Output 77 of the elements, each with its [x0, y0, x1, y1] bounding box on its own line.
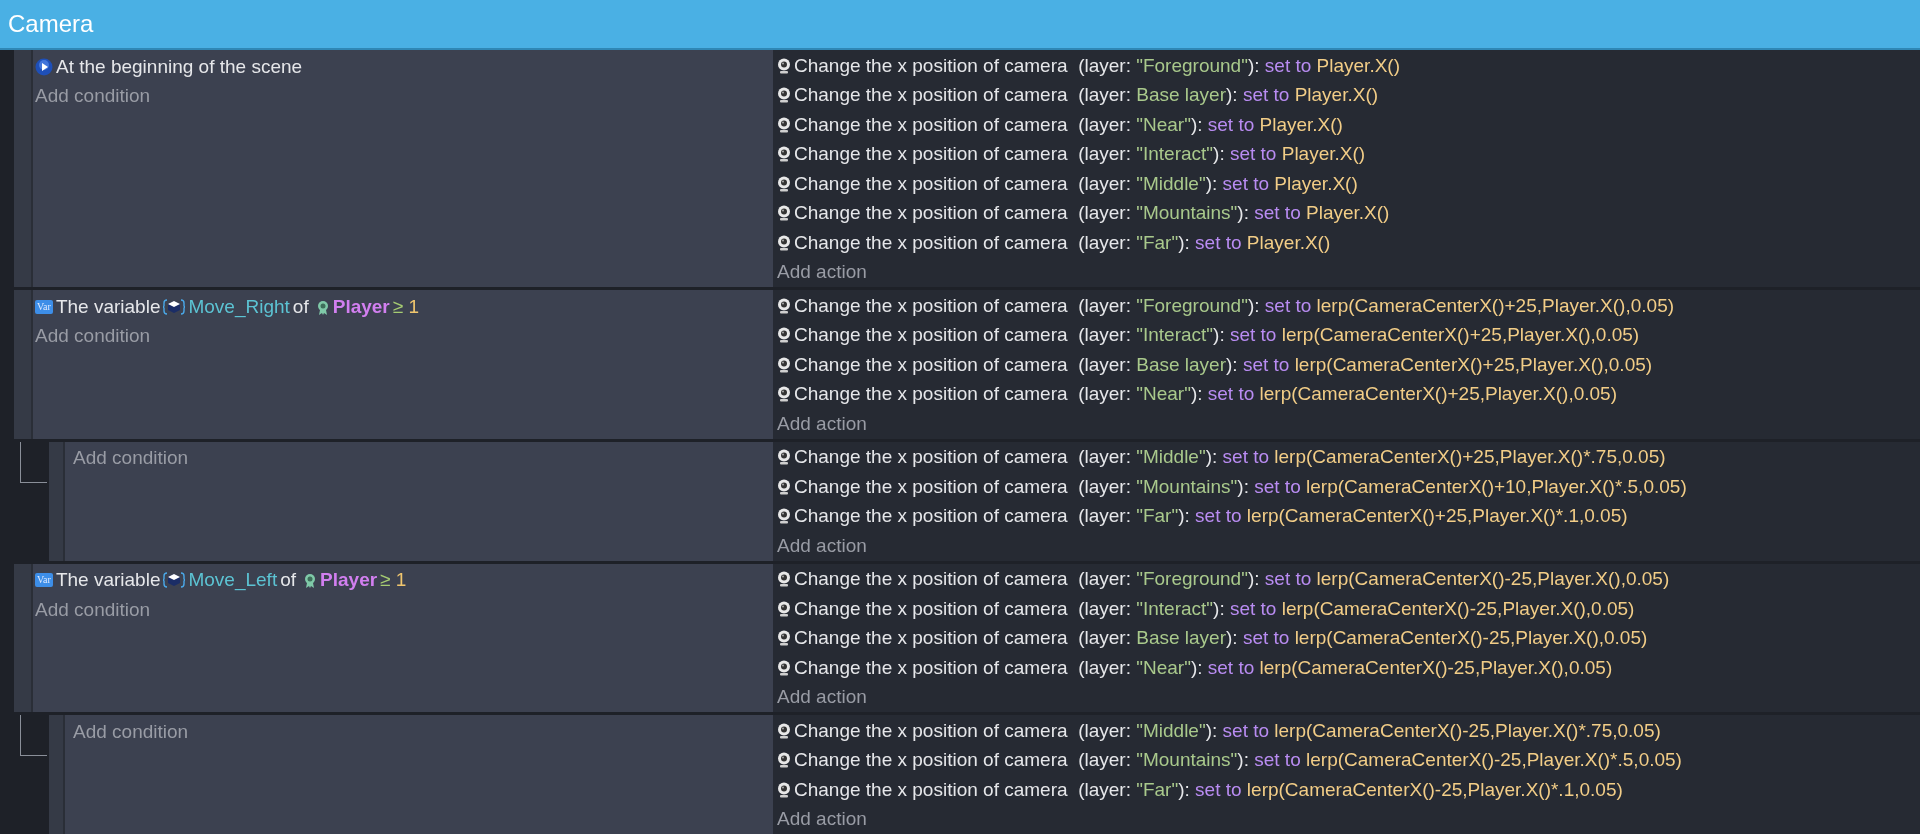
condition-text[interactable]: At the beginning of the scene	[56, 55, 303, 78]
webcam-icon	[777, 659, 791, 676]
webcam-icon	[777, 146, 791, 163]
webcam-icon	[777, 600, 791, 617]
drag-handle[interactable]	[14, 50, 33, 287]
webcam-icon	[777, 508, 791, 525]
action-text[interactable]: Change the x position of camera (layer: "Middle"): set to lerp(CameraCenterX()-25,Player.X()*.75,0.05)	[794, 719, 1661, 742]
group-title: Camera	[0, 0, 1920, 50]
action-text[interactable]: Change the x position of camera (layer: "Far"): set to lerp(CameraCenterX()-25,Player.X()*.1,0.05)	[794, 778, 1623, 801]
action-text[interactable]: Change the x position of camera (layer: "Mountains"): set to Player.X()	[794, 202, 1390, 225]
drag-handle[interactable]	[14, 290, 33, 439]
webcam-icon	[777, 205, 791, 222]
action-text[interactable]: Change the x position of camera (layer: Base layer): set to Player.X()	[794, 84, 1379, 107]
drag-handle[interactable]	[14, 563, 33, 712]
drag-handle[interactable]	[49, 441, 65, 561]
add-action-link[interactable]: Add action	[777, 261, 867, 284]
webcam-icon	[777, 630, 791, 647]
play-circle-icon	[35, 57, 53, 76]
action-text[interactable]: Change the x position of camera (layer: "Interact"): set to lerp(CameraCenterX()-25,Player.X(),0.05)	[794, 597, 1635, 620]
tree-connector	[20, 441, 47, 483]
action-text[interactable]: Change the x position of camera (layer: "Middle"): set to lerp(CameraCenterX()+25,Player.X()*.75,0.05)	[794, 446, 1666, 469]
variable-badge-icon: Var	[35, 573, 53, 588]
action-text[interactable]: Change the x position of camera (layer: "Foreground"): set to lerp(CameraCenterX()-25,Player.X(),0.05)	[794, 568, 1670, 591]
webcam-icon	[777, 297, 791, 314]
action-text[interactable]: Change the x position of camera (layer: "Mountains"): set to lerp(CameraCenterX()+10,Player.X()*.5,0.05)	[794, 475, 1687, 498]
webcam-icon	[777, 386, 791, 403]
add-condition-link[interactable]: Add condition	[35, 85, 151, 108]
action-text[interactable]: Change the x position of camera (layer: Base layer): set to lerp(CameraCenterX()-25,Player.X(),0.05)	[794, 627, 1648, 650]
character-icon	[303, 571, 318, 590]
add-action-link[interactable]: Add action	[777, 686, 867, 709]
condition-text[interactable]: of	[280, 569, 297, 592]
webcam-icon	[777, 478, 791, 495]
object-name[interactable]: Player	[320, 569, 378, 592]
webcam-icon	[777, 571, 791, 588]
variable-badge-icon: Var	[35, 299, 53, 314]
add-action-link[interactable]: Add action	[777, 808, 867, 831]
webcam-icon	[777, 356, 791, 373]
webcam-icon	[777, 781, 791, 798]
webcam-icon	[777, 57, 791, 74]
variable-name[interactable]: Move_Right	[188, 295, 290, 318]
add-action-link[interactable]: Add action	[777, 534, 867, 557]
action-text[interactable]: Change the x position of camera (layer: "Interact"): set to Player.X()	[794, 143, 1366, 166]
webcam-icon	[777, 449, 791, 466]
webcam-icon	[777, 234, 791, 251]
action-text[interactable]: Change the x position of camera (layer: "Near"): set to Player.X()	[794, 113, 1343, 136]
add-condition-link[interactable]: Add condition	[73, 720, 189, 743]
webcam-icon	[777, 722, 791, 739]
action-text[interactable]: Change the x position of camera (layer: "Far"): set to lerp(CameraCenterX()+25,Player.X()*.1,0.05)	[794, 505, 1628, 528]
cube-braces-icon	[163, 297, 186, 316]
tree-connector	[20, 715, 47, 756]
variable-name[interactable]: Move_Left	[188, 569, 278, 592]
comparison-text[interactable]: ≥ 1	[380, 569, 407, 592]
webcam-icon	[777, 87, 791, 104]
condition-text[interactable]: The variable	[55, 569, 161, 592]
add-condition-link[interactable]: Add condition	[35, 598, 151, 621]
add-action-link[interactable]: Add action	[777, 412, 867, 435]
action-text[interactable]: Change the x position of camera (layer: "Near"): set to lerp(CameraCenterX()+25,Player.X(),0.05)	[794, 383, 1617, 406]
condition-text[interactable]: of	[292, 295, 309, 318]
action-text[interactable]: Change the x position of camera (layer: "Near"): set to lerp(CameraCenterX()-25,Player.X(),0.05)	[794, 656, 1613, 679]
add-condition-link[interactable]: Add condition	[35, 325, 151, 348]
action-text[interactable]: Change the x position of camera (layer: "Mountains"): set to lerp(CameraCenterX()-25,Player.X()*.5,0.05)	[794, 749, 1682, 772]
action-text[interactable]: Change the x position of camera (layer: "Foreground"): set to lerp(CameraCenterX()+25,Player.X(),0.05)	[794, 294, 1675, 317]
action-text[interactable]: Change the x position of camera (layer: Base layer): set to lerp(CameraCenterX()+25,Player.X(),0.05)	[794, 353, 1653, 376]
webcam-icon	[777, 327, 791, 344]
action-text[interactable]: Change the x position of camera (layer: "Far"): set to Player.X()	[794, 231, 1331, 254]
webcam-icon	[777, 175, 791, 192]
drag-handle[interactable]	[49, 715, 65, 834]
action-text[interactable]: Change the x position of camera (layer: "Foreground"): set to Player.X()	[794, 54, 1400, 77]
cube-braces-icon	[163, 571, 186, 590]
comparison-text[interactable]: ≥ 1	[392, 295, 420, 318]
action-text[interactable]: Change the x position of camera (layer: "Middle"): set to Player.X()	[794, 172, 1358, 195]
add-condition-link[interactable]: Add condition	[73, 447, 189, 470]
webcam-icon	[777, 116, 791, 133]
action-text[interactable]: Change the x position of camera (layer: "Interact"): set to lerp(CameraCenterX()+25,Player.X(),0.05)	[794, 324, 1640, 347]
condition-text[interactable]: The variable	[55, 295, 161, 318]
webcam-icon	[777, 752, 791, 769]
object-name[interactable]: Player	[332, 295, 390, 318]
